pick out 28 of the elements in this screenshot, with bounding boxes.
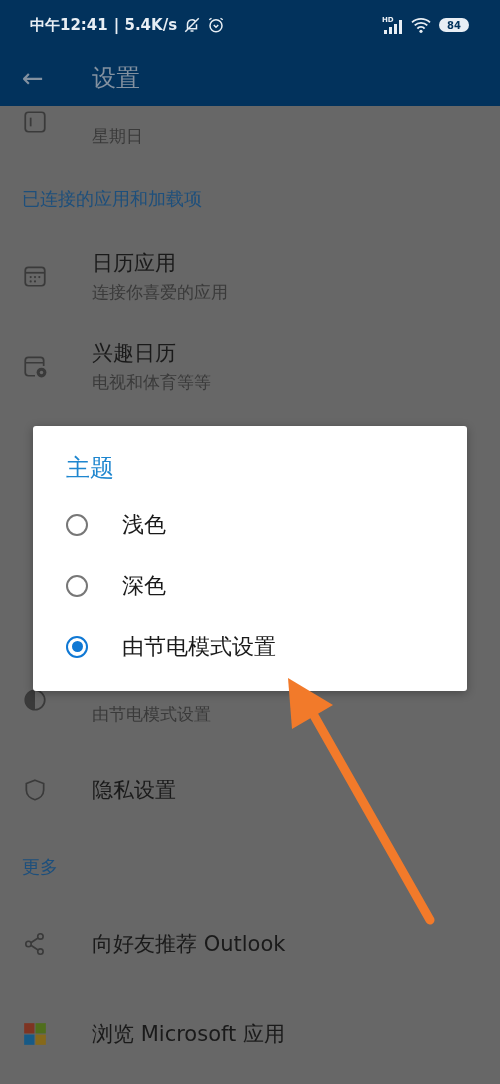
theme-option[interactable]: 深色 [66, 555, 467, 616]
shield-icon [22, 777, 48, 803]
setting-title[interactable]: 兴趣日历 [92, 338, 211, 367]
setting-title[interactable]: 浏览 Microsoft 应用 [92, 1020, 285, 1048]
bell-off-icon [183, 16, 202, 34]
network-speed: | 5.4K/s [113, 16, 178, 34]
radio-button[interactable] [66, 635, 88, 658]
calendar-grid-icon [22, 263, 48, 289]
theme-option[interactable]: 浅色 [66, 494, 467, 555]
radio-button[interactable] [66, 513, 88, 536]
page-title: 设置 [92, 63, 140, 94]
setting-title[interactable]: 向好友推荐 Outlook [92, 930, 286, 958]
back-button[interactable]: ← [0, 62, 92, 94]
dialog-title: 主题 [66, 453, 114, 484]
calendar-star-icon [22, 353, 48, 379]
radio-button[interactable] [66, 574, 88, 597]
four-squares-icon [22, 1021, 48, 1047]
calendar-icon [22, 109, 48, 135]
status-time: 中午12:41 [30, 15, 108, 35]
section-header: 已连接的应用和加载项 [22, 187, 202, 211]
contrast-icon [22, 687, 48, 713]
setting-title[interactable]: 隐私设置 [92, 776, 176, 804]
battery-icon: 84 [438, 17, 470, 33]
setting-title[interactable]: 日历应用 [92, 248, 228, 277]
alarm-icon [207, 16, 226, 34]
section-header: 更多 [22, 855, 58, 879]
wifi-icon [410, 16, 432, 34]
theme-option[interactable]: 由节电模式设置 [66, 616, 467, 677]
